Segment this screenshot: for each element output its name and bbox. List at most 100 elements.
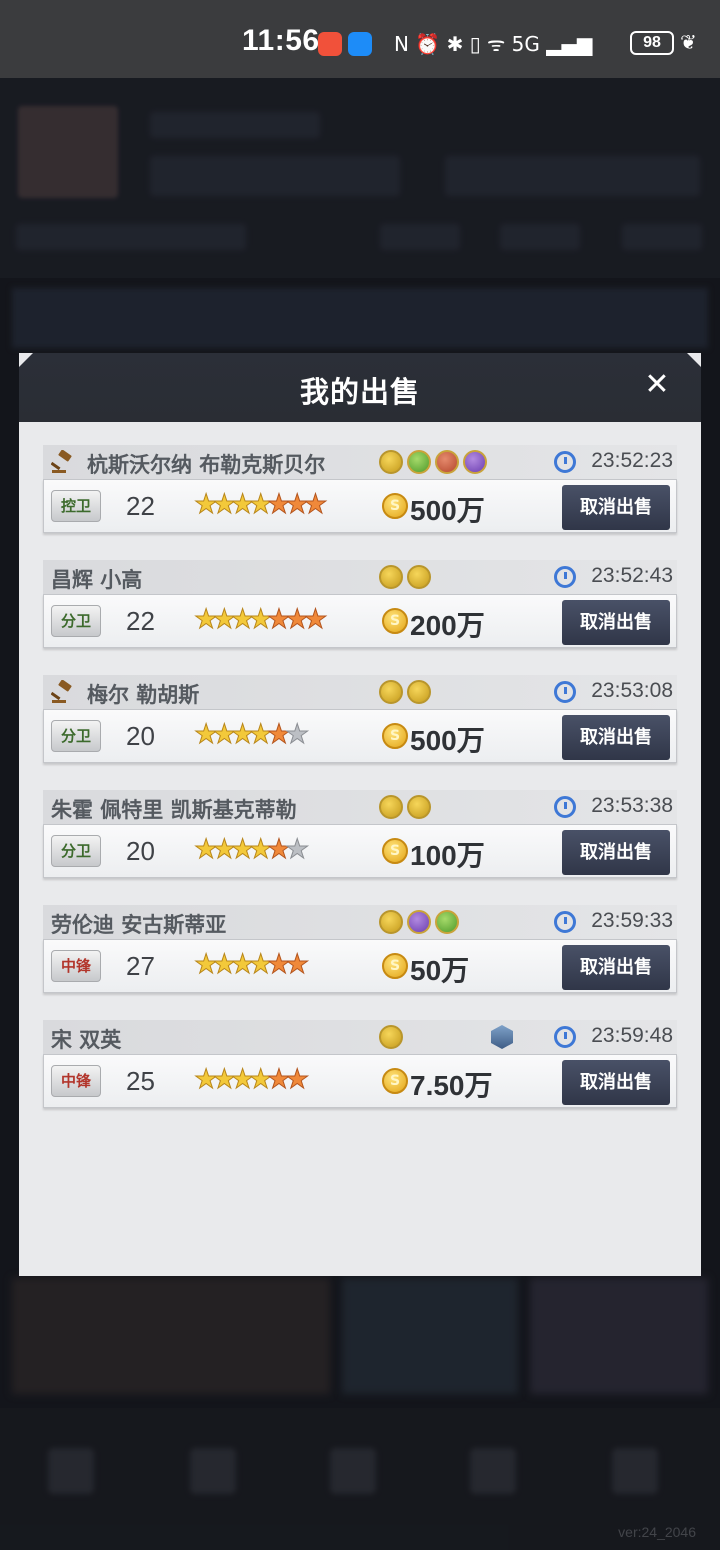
stopwatch-icon <box>554 796 576 818</box>
player-level: 22 <box>126 606 155 636</box>
skill-badges <box>379 910 459 934</box>
stopwatch-icon <box>554 681 576 703</box>
cancel-sale-button[interactable]: 取消出售 <box>562 485 670 530</box>
listing-header: 朱霍 佩特里 凯斯基克蒂勒 23:53:38 <box>43 790 677 824</box>
system-indicator-icons: N ⏰ ✱ ▯ ᯤ 5G ▂▄▆ <box>394 32 593 56</box>
skill-badge-icon <box>379 795 403 819</box>
skill-badge-icon <box>407 795 431 819</box>
sale-price: 500万 <box>410 495 485 526</box>
stopwatch-icon <box>554 1026 576 1048</box>
star-rating: ★ ★ ★ ★ ★ ★ ★ <box>193 604 328 635</box>
skill-badges <box>379 795 431 819</box>
position-tag: 分卫 <box>51 605 101 637</box>
skill-badge-icon <box>407 565 431 589</box>
remaining-time: 23:59:48 <box>591 1024 673 1047</box>
skill-badge-icon <box>379 910 403 934</box>
star-icon: ★ <box>285 834 310 865</box>
listing-header: 劳伦迪 安古斯蒂亚 23:59:33 <box>43 905 677 939</box>
cancel-sale-button[interactable]: 取消出售 <box>562 945 670 990</box>
listing-header: 昌辉 小高 23:52:43 <box>43 560 677 594</box>
my-sales-dialog: 我的出售 ✕ 杭斯沃尔纳 布勒克斯贝尔 23:52:23 控卫 22 ★ ★ ★ ★ ★ ★ ★ S 5… <box>19 353 701 1276</box>
skill-badges <box>379 1025 403 1049</box>
listing-body: 分卫 20 ★ ★ ★ ★ ★ ★ S 100万 取消出售 <box>43 824 677 878</box>
position-tag: 分卫 <box>51 835 101 867</box>
stopwatch-icon <box>554 566 576 588</box>
coin-icon: S <box>382 493 408 519</box>
stopwatch-icon <box>554 451 576 473</box>
battery-icon: 98 <box>630 31 674 55</box>
sale-price: 7.50万 <box>410 1070 493 1101</box>
star-rating: ★ ★ ★ ★ ★ ★ <box>193 1064 309 1095</box>
star-rating: ★ ★ ★ ★ ★ ★ <box>193 719 309 750</box>
cancel-sale-button[interactable]: 取消出售 <box>562 1060 670 1105</box>
skill-badge-icon <box>379 1025 403 1049</box>
skill-badges <box>379 450 487 474</box>
dialog-header: 我的出售 ✕ <box>19 353 701 422</box>
skill-badge-icon <box>407 680 431 704</box>
star-rating: ★ ★ ★ ★ ★ ★ ★ <box>193 489 328 520</box>
message-app-icon <box>348 32 372 56</box>
coin-icon: S <box>382 608 408 634</box>
listing-item: 宋 双英 23:59:48 中锋 25 ★ ★ ★ ★ ★ ★ S 7.50万 取消出售 <box>43 1020 677 1122</box>
cancel-sale-button[interactable]: 取消出售 <box>562 600 670 645</box>
close-icon[interactable]: ✕ <box>643 370 671 400</box>
coin-icon: S <box>382 723 408 749</box>
sale-price: 50万 <box>410 955 470 986</box>
remaining-time: 23:52:23 <box>591 449 673 472</box>
star-icon: ★ <box>285 949 310 980</box>
skill-badge-icon <box>379 565 403 589</box>
player-name: 宋 双英 <box>51 1028 122 1052</box>
cancel-sale-button[interactable]: 取消出售 <box>562 830 670 875</box>
listing-body: 分卫 20 ★ ★ ★ ★ ★ ★ S 500万 取消出售 <box>43 709 677 763</box>
skill-badges <box>379 680 431 704</box>
player-name: 杭斯沃尔纳 布勒克斯贝尔 <box>87 453 326 477</box>
remaining-time: 23:53:38 <box>591 794 673 817</box>
listing-header: 梅尔 勒胡斯 23:53:08 <box>43 675 677 709</box>
gavel-icon <box>50 449 75 474</box>
sale-price: 500万 <box>410 725 485 756</box>
sale-price: 200万 <box>410 610 485 641</box>
sale-price: 100万 <box>410 840 485 871</box>
listing-body: 分卫 22 ★ ★ ★ ★ ★ ★ ★ S 200万 取消出售 <box>43 594 677 648</box>
star-icon: ★ <box>285 719 310 750</box>
gavel-icon <box>50 679 75 704</box>
skill-badge-icon <box>379 680 403 704</box>
position-tag: 中锋 <box>51 1065 101 1097</box>
coin-icon: S <box>382 953 408 979</box>
skill-badge-icon <box>435 450 459 474</box>
power-saving-icon: ❦ <box>680 30 697 54</box>
listing-body: 中锋 25 ★ ★ ★ ★ ★ ★ S 7.50万 取消出售 <box>43 1054 677 1108</box>
star-rating: ★ ★ ★ ★ ★ ★ <box>193 834 309 865</box>
listing-item: 杭斯沃尔纳 布勒克斯贝尔 23:52:23 控卫 22 ★ ★ ★ ★ ★ ★ ★ S 500万 取消出售 <box>43 445 677 547</box>
rank-shield-icon <box>491 1025 513 1049</box>
player-name: 朱霍 佩特里 凯斯基克蒂勒 <box>51 798 297 822</box>
star-rating: ★ ★ ★ ★ ★ ★ <box>193 949 309 980</box>
skill-badge-icon <box>407 910 431 934</box>
dialog-title: 我的出售 <box>299 375 420 409</box>
remaining-time: 23:53:08 <box>591 679 673 702</box>
skill-badge-icon <box>407 450 431 474</box>
player-level: 20 <box>126 836 155 866</box>
listing-body: 控卫 22 ★ ★ ★ ★ ★ ★ ★ S 500万 取消出售 <box>43 479 677 533</box>
coin-icon: S <box>382 838 408 864</box>
listing-item: 梅尔 勒胡斯 23:53:08 分卫 20 ★ ★ ★ ★ ★ ★ S 500万 取消出售 <box>43 675 677 777</box>
listing-item: 昌辉 小高 23:52:43 分卫 22 ★ ★ ★ ★ ★ ★ ★ S 200万 取消出售 <box>43 560 677 662</box>
stopwatch-icon <box>554 911 576 933</box>
listing-header: 杭斯沃尔纳 布勒克斯贝尔 23:52:23 <box>43 445 677 479</box>
position-tag: 分卫 <box>51 720 101 752</box>
listing-header: 宋 双英 23:59:48 <box>43 1020 677 1054</box>
status-bar: 11:56 N ⏰ ✱ ▯ ᯤ 5G ▂▄▆ 98 ❦ <box>0 0 720 78</box>
player-level: 22 <box>126 491 155 521</box>
player-level: 20 <box>126 721 155 751</box>
taobao-app-icon <box>318 32 342 56</box>
status-time: 11:56 <box>242 24 320 57</box>
coin-icon: S <box>382 1068 408 1094</box>
listing-item: 朱霍 佩特里 凯斯基克蒂勒 23:53:38 分卫 20 ★ ★ ★ ★ ★ ★ S 100万 取消出售 <box>43 790 677 892</box>
player-name: 梅尔 勒胡斯 <box>87 683 200 707</box>
remaining-time: 23:59:33 <box>591 909 673 932</box>
star-icon: ★ <box>285 1064 310 1095</box>
player-level: 27 <box>126 951 155 981</box>
cancel-sale-button[interactable]: 取消出售 <box>562 715 670 760</box>
listing-item: 劳伦迪 安古斯蒂亚 23:59:33 中锋 27 ★ ★ ★ ★ ★ ★ S 50万 取消出售 <box>43 905 677 1007</box>
position-tag: 控卫 <box>51 490 101 522</box>
